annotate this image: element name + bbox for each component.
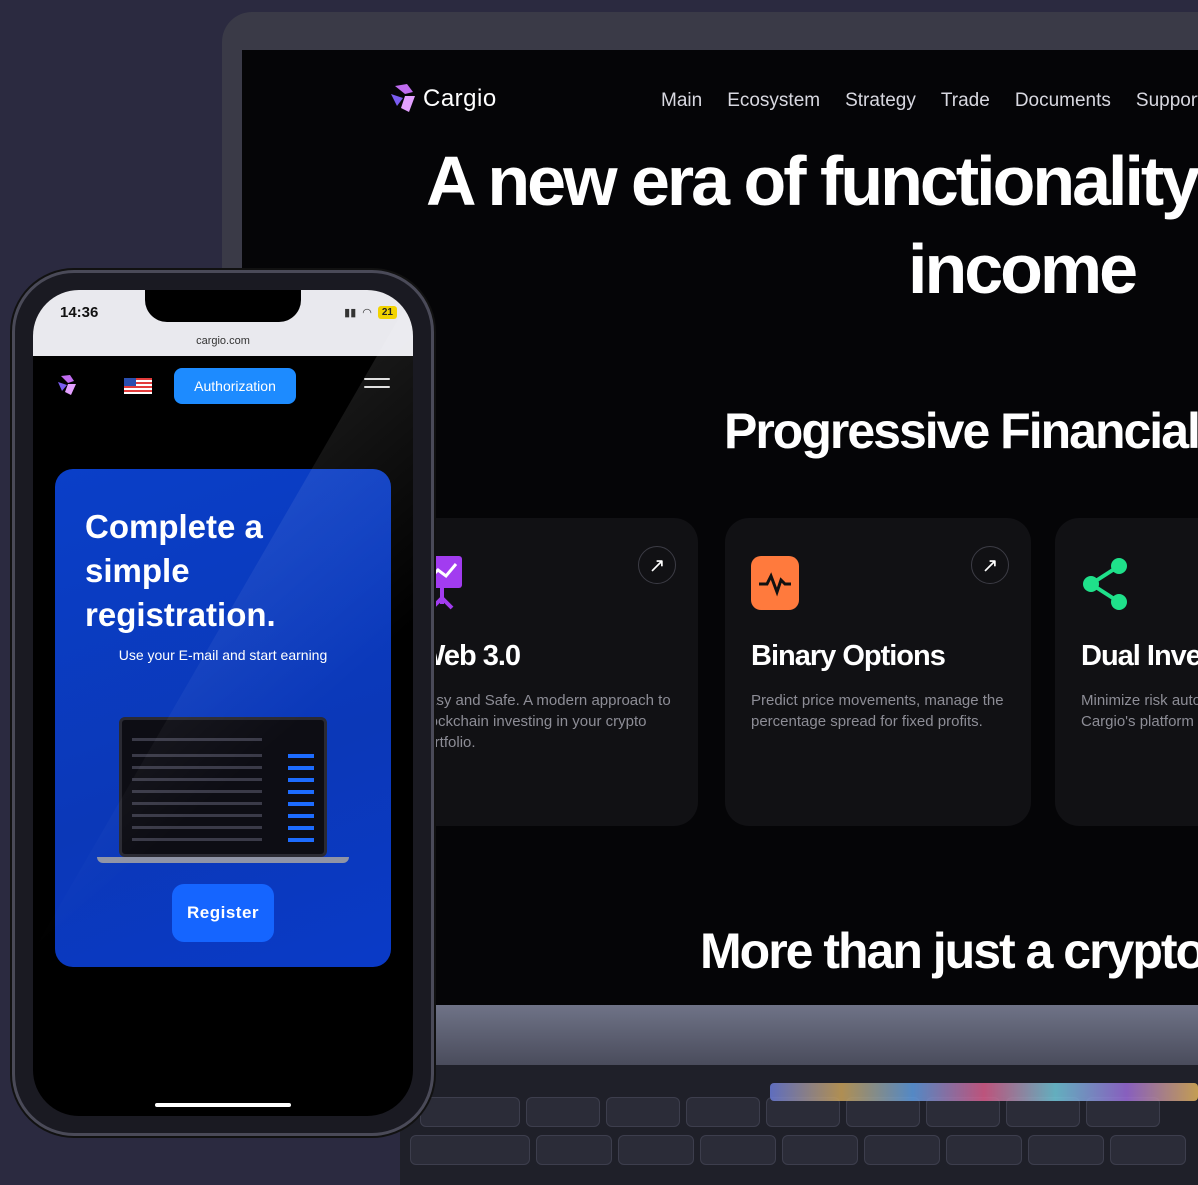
status-time: 14:36 [60, 304, 99, 321]
keyboard-key [618, 1135, 694, 1165]
hero-line-2: income [908, 229, 1138, 308]
us-flag-icon[interactable] [124, 378, 152, 394]
nav-trade[interactable]: Trade [941, 90, 990, 112]
keyboard-key [1086, 1097, 1160, 1127]
nav-main[interactable]: Main [661, 90, 702, 112]
keyboard-key [606, 1097, 680, 1127]
nav-ecosystem[interactable]: Ecosystem [727, 90, 820, 112]
preview-cell [288, 802, 314, 806]
card-title: Binary Options [751, 640, 946, 672]
status-bar: 14:36 ▮▮ ◠ 21 cargio.com [33, 290, 413, 356]
card-description: Predict price movements, manage the perc… [751, 692, 1004, 730]
laptop-hinge [432, 1005, 1198, 1065]
product-card-binary-options[interactable]: ↗ Binary Options Predict price movements… [725, 518, 1031, 826]
card-description: Easy and Safe. A modern approach to bloc… [418, 692, 671, 751]
nav-documents[interactable]: Documents [1015, 90, 1111, 112]
cargio-logo[interactable]: Cargio [387, 82, 497, 116]
phone-screen: 14:36 ▮▮ ◠ 21 cargio.com Authorization C… [33, 290, 413, 1116]
preview-row [132, 838, 262, 841]
pulse-icon [751, 556, 799, 610]
address-bar[interactable]: cargio.com [33, 335, 413, 347]
share-nodes-icon [1083, 558, 1127, 610]
wifi-icon: ◠ [362, 307, 372, 319]
laptop-preview-base [97, 857, 349, 863]
preview-cell [288, 778, 314, 782]
section-title: Progressive Financial Products [724, 403, 1198, 459]
touch-bar [770, 1083, 1198, 1101]
register-button[interactable]: Register [172, 884, 274, 942]
cellular-signal-icon: ▮▮ [344, 307, 357, 319]
preview-row [132, 814, 262, 817]
preview-cell [288, 838, 314, 842]
preview-row [132, 766, 262, 769]
status-indicators: ▮▮ ◠ 21 [344, 306, 397, 319]
battery-icon: 21 [377, 306, 397, 319]
product-card-dual-investment[interactable]: Dual Investment Minimize risk automatica… [1055, 518, 1198, 826]
keyboard-key [766, 1097, 840, 1127]
preview-row [132, 778, 262, 781]
keyboard-key [946, 1135, 1022, 1165]
preview-cell [288, 790, 314, 794]
authorization-button[interactable]: Authorization [174, 368, 296, 404]
phone-notch [145, 290, 301, 322]
preview-row [132, 826, 262, 829]
registration-subtitle: Use your E-mail and start earning [118, 647, 328, 663]
keyboard-key [926, 1097, 1000, 1127]
arrow-up-right-icon[interactable]: ↗ [971, 546, 1009, 584]
card-description: Minimize risk automatically with Cargio'… [1081, 692, 1198, 730]
preview-cell [288, 814, 314, 818]
preview-cell [288, 754, 314, 758]
keyboard-key [410, 1135, 530, 1165]
cargio-logo-icon[interactable] [55, 374, 79, 396]
arrow-up-right-icon[interactable]: ↗ [638, 546, 676, 584]
nav-support[interactable]: Support [1136, 90, 1198, 112]
laptop-preview-image [119, 717, 327, 857]
keyboard-key [864, 1135, 940, 1165]
keyboard-key [536, 1135, 612, 1165]
keyboard-key [846, 1097, 920, 1127]
hero-line-1: A new era of functionality for [426, 142, 1198, 220]
hero-title: A new era of functionality for income [426, 138, 1198, 313]
preview-row [132, 802, 262, 805]
product-card-web3[interactable]: ↗ Web 3.0 Easy and Safe. A modern approa… [392, 518, 698, 826]
preview-row [132, 790, 262, 793]
preview-row [132, 754, 262, 757]
bottom-section-title: More than just a crypto exchange [700, 923, 1198, 979]
card-title: Dual Investment [1081, 640, 1198, 672]
preview-cell [288, 826, 314, 830]
nav-strategy[interactable]: Strategy [845, 90, 916, 112]
home-indicator[interactable] [155, 1103, 291, 1107]
keyboard-key [686, 1097, 760, 1127]
preview-row [132, 738, 262, 741]
keyboard-key [700, 1135, 776, 1165]
main-nav: Main Ecosystem Strategy Trade Documents … [661, 90, 1198, 112]
keyboard-key [526, 1097, 600, 1127]
logo-text: Cargio [423, 85, 497, 112]
keyboard-key [420, 1097, 520, 1127]
preview-cell [288, 766, 314, 770]
keyboard-key [1028, 1135, 1104, 1165]
registration-title: Complete a simple registration. [85, 508, 276, 633]
keyboard-key [1110, 1135, 1186, 1165]
registration-card: Complete a simple registration. Use your… [55, 469, 391, 967]
keyboard-key [782, 1135, 858, 1165]
hamburger-menu-icon[interactable] [364, 378, 390, 392]
keyboard-key [1006, 1097, 1080, 1127]
cargio-logo-icon [391, 84, 415, 112]
